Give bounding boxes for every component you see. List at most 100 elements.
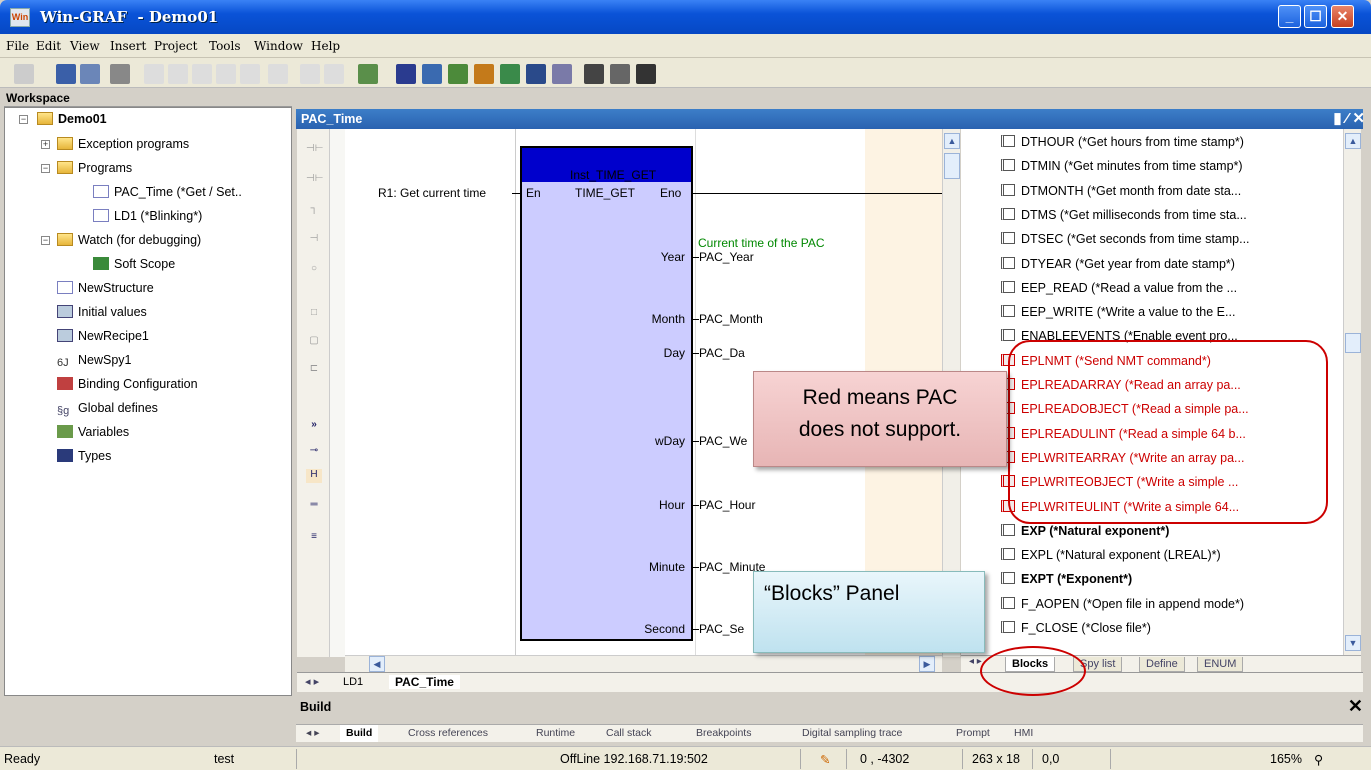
menu-view[interactable]: View bbox=[70, 39, 100, 53]
binding-icon[interactable] bbox=[448, 64, 468, 84]
scroll-down-icon[interactable]: ▼ bbox=[1345, 635, 1361, 651]
network-icon[interactable] bbox=[422, 64, 442, 84]
types-icon[interactable] bbox=[526, 64, 546, 84]
jump-arrow-icon[interactable]: » bbox=[306, 419, 322, 433]
block-item[interactable]: DTHOUR (*Get hours from time stamp*) bbox=[1001, 131, 1244, 153]
new-file-icon[interactable] bbox=[14, 64, 34, 84]
tree-item-programs[interactable]: Programs bbox=[57, 158, 132, 178]
tab-runtime[interactable]: Runtime bbox=[530, 725, 581, 742]
scroll-left-icon[interactable]: ◀ bbox=[369, 656, 385, 672]
tree-item-pac-time[interactable]: PAC_Time (*Get / Set.. bbox=[93, 182, 242, 202]
collapse-icon[interactable]: − bbox=[19, 115, 28, 124]
variables-icon[interactable] bbox=[500, 64, 520, 84]
output-variable[interactable]: PAC_We bbox=[699, 434, 747, 448]
expand-icon[interactable]: + bbox=[41, 140, 50, 149]
undo-icon[interactable] bbox=[300, 64, 320, 84]
tree-item-variables[interactable]: Variables bbox=[57, 422, 129, 442]
maximize-button[interactable]: ☐ bbox=[1304, 5, 1327, 28]
block-item[interactable]: EEP_WRITE (*Write a value to the E... bbox=[1001, 301, 1235, 323]
blocks-vertical-scrollbar[interactable]: ▲ ▼ bbox=[1343, 129, 1361, 655]
output-variable[interactable]: PAC_Hour bbox=[699, 498, 755, 512]
tree-item-soft-scope[interactable]: Soft Scope bbox=[93, 254, 175, 274]
tab-breakpoints[interactable]: Breakpoints bbox=[690, 725, 757, 742]
scroll-thumb[interactable] bbox=[944, 153, 960, 179]
save-icon[interactable] bbox=[56, 64, 76, 84]
build-close-icon[interactable]: ✕ bbox=[1348, 696, 1363, 717]
tab-digital-sampling-trace[interactable]: Digital sampling trace bbox=[796, 725, 908, 742]
grid-icon[interactable] bbox=[396, 64, 416, 84]
print-icon[interactable] bbox=[110, 64, 130, 84]
return-icon[interactable]: ⊸ bbox=[306, 445, 322, 459]
tree-item-watch[interactable]: Watch (for debugging) bbox=[57, 230, 201, 250]
scroll-up-icon[interactable]: ▲ bbox=[1345, 133, 1361, 149]
tab-ld1[interactable]: LD1 bbox=[343, 676, 363, 688]
block-item[interactable]: EXPT (*Exponent*) bbox=[1001, 568, 1132, 590]
tab-pac-time[interactable]: PAC_Time bbox=[389, 675, 460, 689]
properties-icon[interactable] bbox=[584, 64, 604, 84]
tab-call-stack[interactable]: Call stack bbox=[600, 725, 658, 742]
rung-icon[interactable]: ≡ bbox=[306, 531, 322, 545]
online-icon[interactable] bbox=[636, 64, 656, 84]
menu-insert[interactable]: Insert bbox=[110, 39, 146, 53]
paste-icon[interactable] bbox=[192, 64, 212, 84]
editor-horizontal-scrollbar[interactable]: ◀ ▶ bbox=[345, 655, 942, 672]
defines-icon[interactable] bbox=[552, 64, 572, 84]
collapse-icon[interactable]: − bbox=[41, 236, 50, 245]
contact-icon[interactable]: ⊣⊢ bbox=[306, 143, 323, 157]
horizontal-icon[interactable]: H bbox=[306, 469, 322, 483]
menu-file[interactable]: File bbox=[6, 39, 29, 53]
block-item[interactable]: EXPL (*Natural exponent (LREAL)*) bbox=[1001, 544, 1221, 566]
scroll-thumb[interactable] bbox=[1345, 333, 1361, 353]
block-item[interactable]: DTMONTH (*Get month from date sta... bbox=[1001, 180, 1241, 202]
watch-icon[interactable] bbox=[474, 64, 494, 84]
find-icon[interactable] bbox=[240, 64, 260, 84]
tab-scroll-icon[interactable]: ◂ ▸ bbox=[305, 675, 319, 688]
tab-hmi[interactable]: HMI bbox=[1008, 725, 1039, 742]
tree-item-binding[interactable]: Binding Configuration bbox=[57, 374, 198, 394]
tree-item-types[interactable]: Types bbox=[57, 446, 111, 466]
block-item[interactable]: DTSEC (*Get seconds from time stamp... bbox=[1001, 228, 1250, 250]
block-item[interactable]: EEP_READ (*Read a value from the ... bbox=[1001, 277, 1237, 299]
close-button[interactable]: ✕ bbox=[1331, 5, 1354, 28]
scroll-up-icon[interactable]: ▲ bbox=[944, 133, 960, 149]
build-icon[interactable] bbox=[358, 64, 378, 84]
menu-tools[interactable]: Tools bbox=[209, 39, 241, 53]
tree-item-newstructure[interactable]: NewStructure bbox=[57, 278, 154, 298]
output-variable[interactable]: PAC_Se bbox=[699, 622, 744, 636]
save-all-icon[interactable] bbox=[80, 64, 100, 84]
tree-item-newrecipe1[interactable]: NewRecipe1 bbox=[57, 326, 149, 346]
scroll-right-icon[interactable]: ▶ bbox=[919, 656, 935, 672]
tree-root[interactable]: Demo01 bbox=[37, 109, 107, 129]
editor-window-controls[interactable]: ▮ ⁄ ✕ bbox=[1333, 109, 1365, 129]
tree-item-newspy1[interactable]: 6J NewSpy1 bbox=[57, 350, 132, 370]
tree-item-exception[interactable]: Exception programs bbox=[57, 134, 189, 154]
block-item[interactable]: DTYEAR (*Get year from date stamp*) bbox=[1001, 253, 1235, 275]
tree-item-ld1[interactable]: LD1 (*Blinking*) bbox=[93, 206, 202, 226]
minimize-button[interactable]: _ bbox=[1278, 5, 1301, 28]
copy-icon[interactable] bbox=[168, 64, 188, 84]
tab-scroll-icon[interactable]: ◂ ▸ bbox=[969, 656, 982, 667]
tab-define[interactable]: Define bbox=[1139, 657, 1185, 672]
redo-icon[interactable] bbox=[324, 64, 344, 84]
block-item[interactable]: F_CLOSE (*Close file*) bbox=[1001, 617, 1151, 639]
coil-icon[interactable]: ⊣ bbox=[306, 233, 322, 247]
output-variable[interactable]: PAC_Da bbox=[699, 346, 745, 360]
menu-help[interactable]: Help bbox=[311, 39, 340, 53]
tab-build[interactable]: Build bbox=[340, 725, 379, 742]
collapse-icon[interactable]: − bbox=[41, 164, 50, 173]
tree-item-initial-values[interactable]: Initial values bbox=[57, 302, 147, 322]
replace-icon[interactable] bbox=[268, 64, 288, 84]
jump-icon[interactable]: ⊏ bbox=[306, 363, 322, 377]
cut-icon[interactable] bbox=[144, 64, 164, 84]
block-icon[interactable]: ▢ bbox=[306, 335, 322, 349]
coil-icon[interactable]: ┐ bbox=[306, 203, 322, 217]
tab-scroll-icon[interactable]: ◂ ▸ bbox=[300, 725, 325, 742]
menu-window[interactable]: Window bbox=[254, 39, 303, 53]
line-icon[interactable]: ═ bbox=[306, 499, 322, 513]
contact-icon[interactable]: ⊣⊢ bbox=[306, 173, 323, 187]
tree-item-global-defines[interactable]: §g Global defines bbox=[57, 398, 158, 418]
block-icon[interactable]: □ bbox=[306, 307, 322, 321]
delete-icon[interactable] bbox=[216, 64, 236, 84]
block-item[interactable]: DTMS (*Get milliseconds from time sta... bbox=[1001, 204, 1247, 226]
binoculars-icon[interactable]: ⚲ bbox=[1314, 752, 1323, 767]
